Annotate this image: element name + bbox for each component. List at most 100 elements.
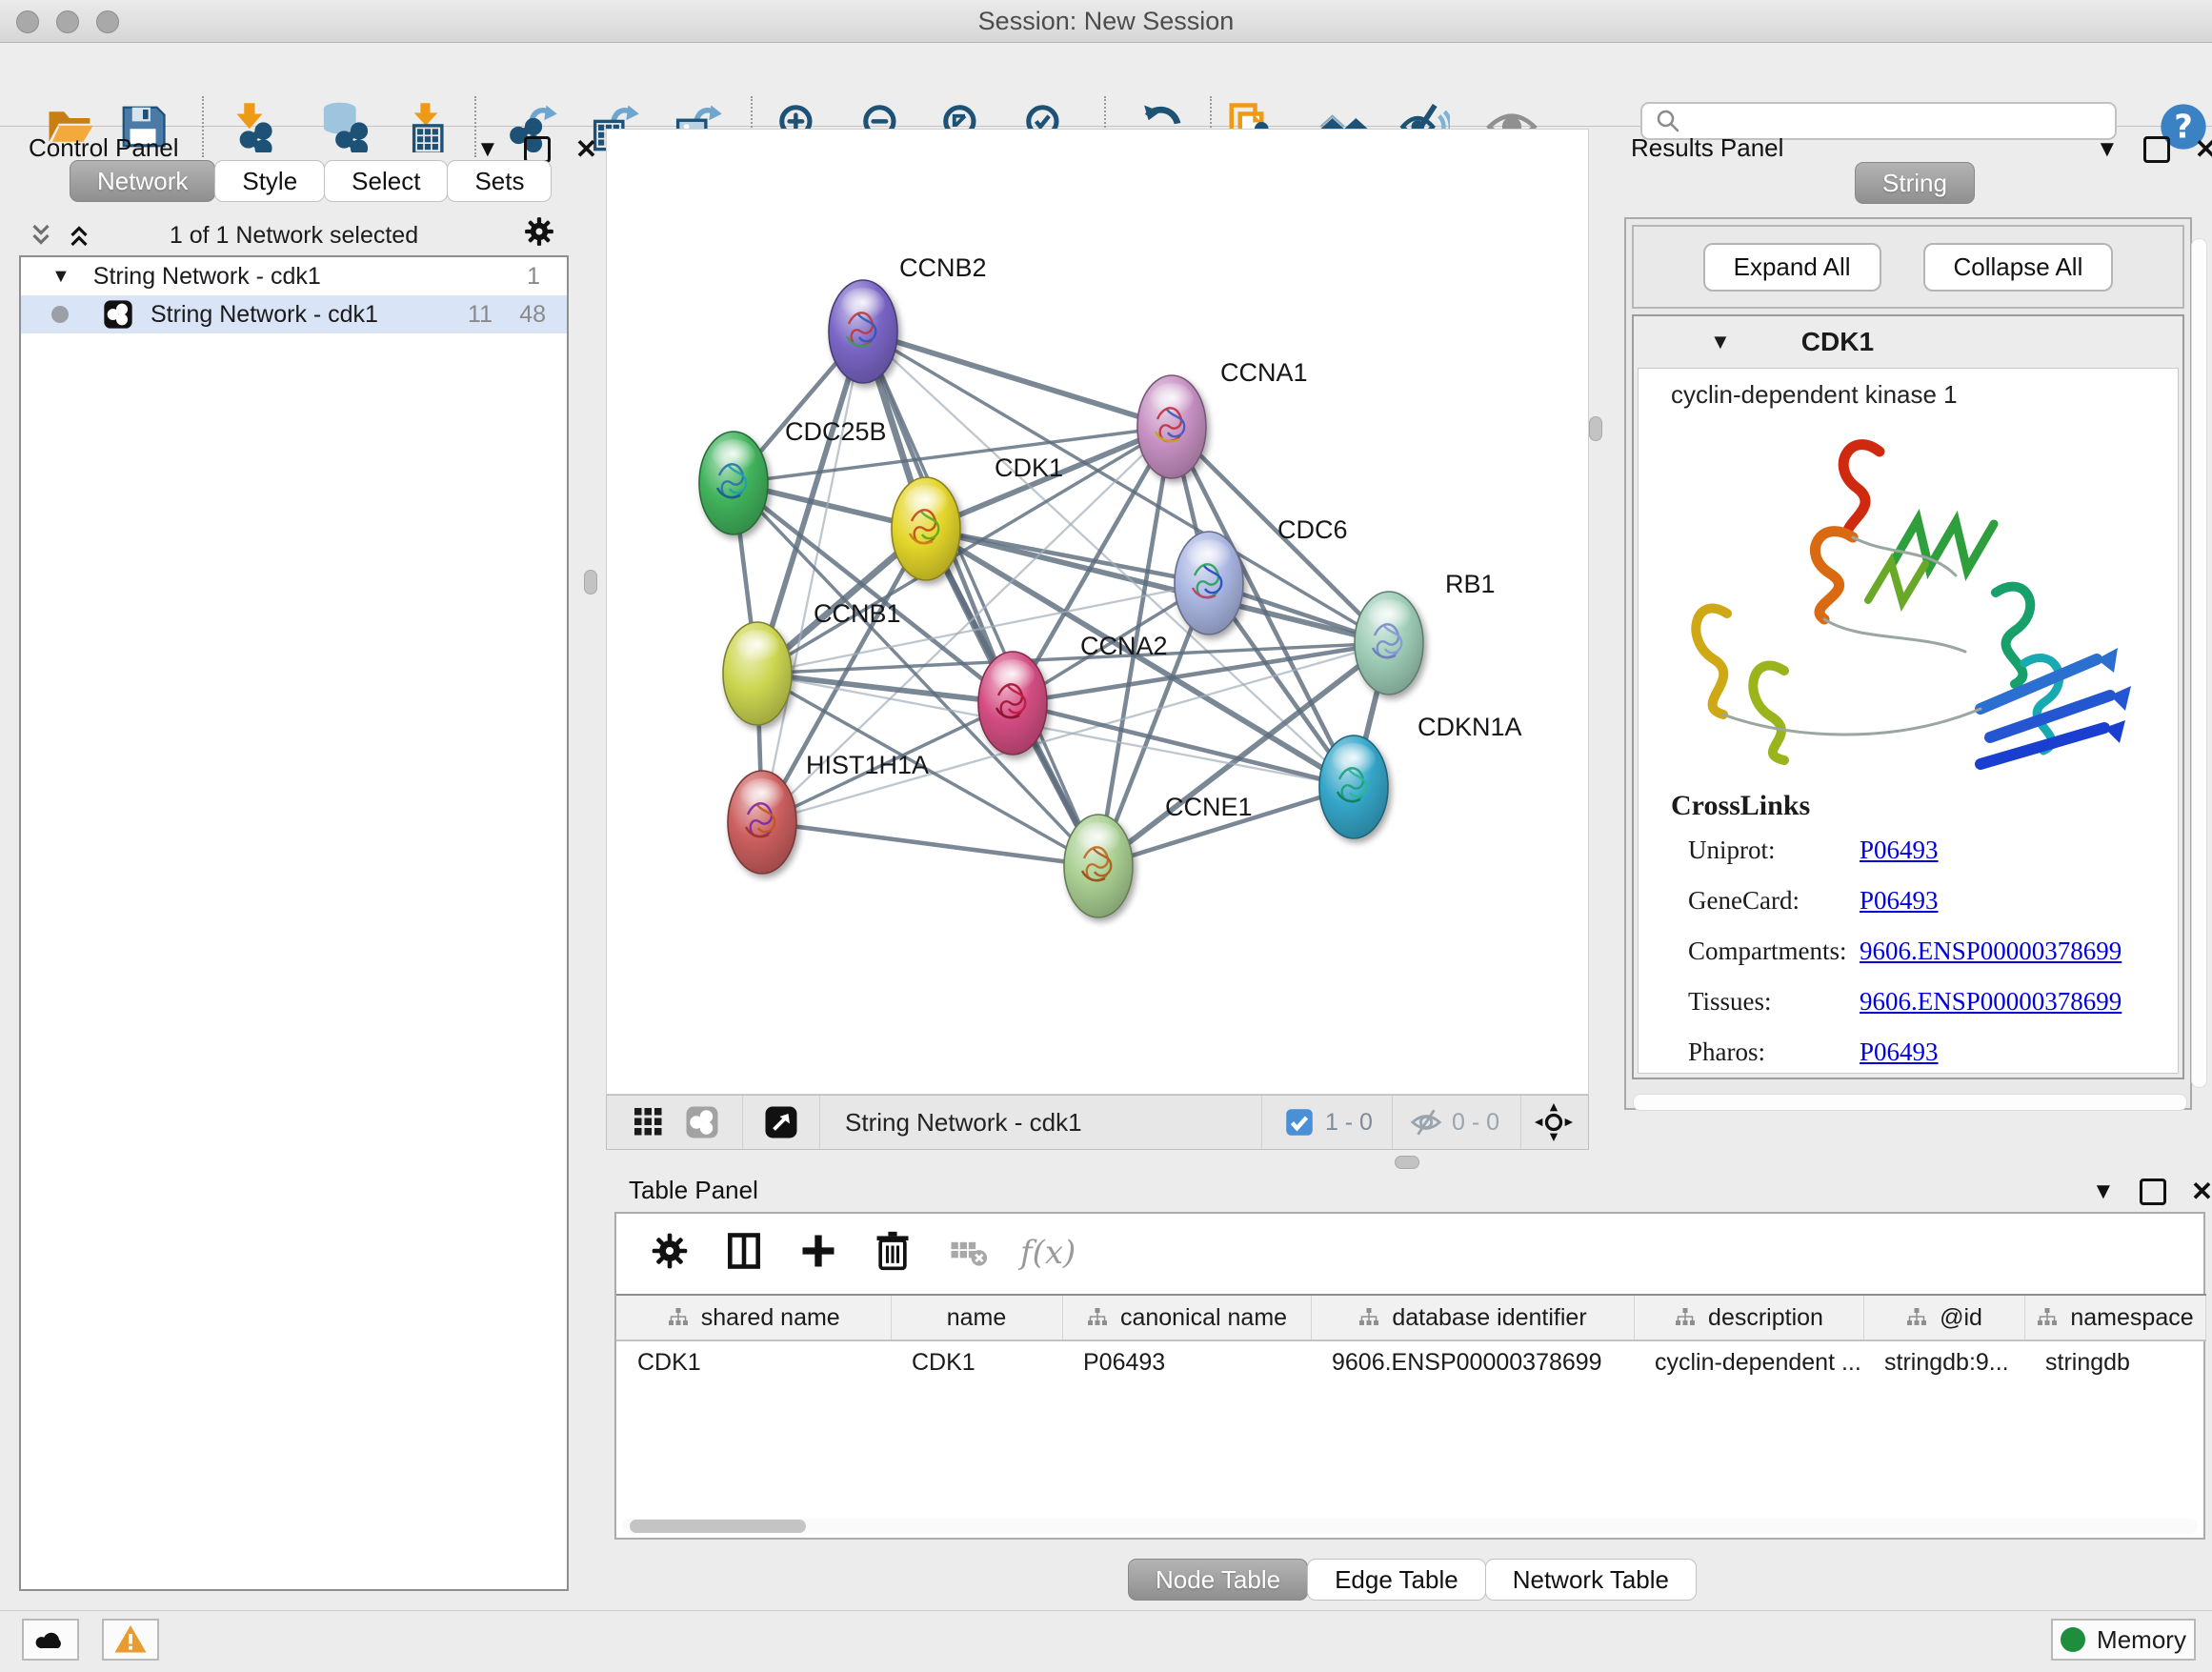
tab-string[interactable]: String: [1855, 162, 1975, 204]
grid-view-icon[interactable]: [632, 1105, 666, 1139]
network-edge[interactable]: [762, 822, 1098, 866]
import-network-from-database-icon[interactable]: [315, 100, 369, 153]
table-cell[interactable]: CDK1: [891, 1340, 1062, 1383]
crosslink-link[interactable]: P06493: [1860, 886, 1939, 916]
tab-node-table[interactable]: Node Table: [1128, 1559, 1308, 1601]
table-row[interactable]: CDK1CDK1P064939606.ENSP00000378699cyclin…: [616, 1340, 2205, 1383]
column-tree-icon: [1086, 1306, 1109, 1329]
network-node-CCNA2[interactable]: [978, 652, 1047, 755]
table-cell[interactable]: cyclin-dependent ...: [1634, 1340, 1863, 1383]
tab-network-table[interactable]: Network Table: [1485, 1559, 1697, 1601]
bottom-splitter-grip[interactable]: [1395, 1156, 1419, 1169]
tab-select[interactable]: Select: [324, 160, 448, 202]
crosslink-link[interactable]: 9606.ENSP00000378699: [1860, 937, 2122, 966]
tab-network[interactable]: Network: [70, 160, 215, 202]
network-node-CCNE1[interactable]: [1064, 815, 1133, 917]
tab-style[interactable]: Style: [214, 160, 325, 202]
search-input[interactable]: [1692, 107, 2115, 135]
column-header-name[interactable]: name: [891, 1295, 1062, 1340]
gene-details: cyclin-dependent kinase 1: [1638, 368, 2179, 1074]
network-view-title: String Network - cdk1: [845, 1108, 1082, 1138]
column-tree-icon: [1674, 1306, 1697, 1329]
import-table-icon[interactable]: [399, 100, 452, 153]
control-panel-tabs: NetworkStyleSelectSets: [70, 160, 552, 202]
warnings-button[interactable]: [102, 1619, 159, 1661]
network-options-gear-icon[interactable]: [523, 215, 555, 252]
table-options-gear-icon[interactable]: [649, 1230, 691, 1277]
gene-section-collapse-icon[interactable]: ▼: [1710, 330, 1731, 354]
table-panel-tabs: Node TableEdge TableNetwork Table: [1129, 1559, 1697, 1601]
table-panel-collapse-icon[interactable]: ▼: [2092, 1178, 2115, 1205]
network-node-CDC6[interactable]: [1175, 532, 1243, 635]
results-horizontal-scrollbar[interactable]: [1633, 1094, 2187, 1111]
right-splitter-grip[interactable]: [1589, 416, 1602, 441]
table-scrollbar-thumb[interactable]: [630, 1520, 806, 1533]
network-overview-icon[interactable]: [685, 1105, 719, 1139]
column-header-shared-name[interactable]: shared name: [616, 1295, 891, 1340]
table-panel-float-icon[interactable]: [2140, 1178, 2166, 1205]
memory-button[interactable]: Memory: [2051, 1619, 2196, 1661]
cloud-status-button[interactable]: [22, 1619, 79, 1661]
crosslink-link[interactable]: P06493: [1860, 1037, 1939, 1067]
control-panel-float-icon[interactable]: [524, 136, 551, 163]
birdseye-view-icon[interactable]: [764, 1105, 798, 1139]
network-edge[interactable]: [762, 332, 863, 822]
results-vertical-scrollbar[interactable]: [2191, 238, 2207, 1088]
import-network-icon[interactable]: [224, 100, 277, 153]
column-header-canonical-name[interactable]: canonical name: [1062, 1295, 1311, 1340]
network-type-icon: [103, 299, 133, 330]
results-panel-close-icon[interactable]: ✕: [2195, 133, 2212, 165]
left-splitter-grip[interactable]: [584, 570, 597, 594]
column-header-database-identifier[interactable]: database identifier: [1311, 1295, 1634, 1340]
collection-expand-icon[interactable]: ▼: [51, 266, 70, 288]
collapse-all-button[interactable]: Collapse All: [1923, 243, 2114, 292]
column-tree-icon: [667, 1306, 690, 1329]
node-table[interactable]: shared namenamecanonical namedatabase id…: [616, 1294, 2206, 1383]
network-node-CDC25B[interactable]: [699, 432, 768, 534]
results-panel-collapse-icon[interactable]: ▼: [2096, 136, 2119, 163]
tab-edge-table[interactable]: Edge Table: [1307, 1559, 1486, 1601]
control-panel-collapse-icon[interactable]: ▼: [476, 136, 499, 163]
network-node-HIST1H1A[interactable]: [728, 771, 796, 874]
search-icon: [1654, 107, 1682, 135]
window-title: Session: New Session: [0, 0, 2212, 42]
network-node-RB1[interactable]: [1355, 592, 1423, 695]
column-header-id[interactable]: @id: [1863, 1295, 2024, 1340]
network-node-CDKN1A[interactable]: [1319, 735, 1388, 838]
results-panel-float-icon[interactable]: [2143, 136, 2170, 163]
network-collection-row[interactable]: ▼ String Network - cdk1 1: [21, 257, 567, 295]
add-column-icon[interactable]: [797, 1230, 839, 1277]
network-node-CCNA1[interactable]: [1137, 375, 1206, 478]
table-cell[interactable]: stringdb: [2024, 1340, 2205, 1383]
delete-column-icon[interactable]: [872, 1230, 914, 1277]
column-header-namespace[interactable]: namespace: [2024, 1295, 2205, 1340]
network-row-selected[interactable]: String Network - cdk1 11 48: [21, 295, 567, 333]
table-cell[interactable]: P06493: [1062, 1340, 1311, 1383]
network-node-CCNB2[interactable]: [829, 280, 897, 383]
network-edge[interactable]: [863, 332, 1172, 427]
fit-selection-crosshair-icon[interactable]: [1535, 1103, 1573, 1141]
network-node-CCNB1[interactable]: [723, 622, 792, 725]
column-header-description[interactable]: description: [1634, 1295, 1863, 1340]
control-panel-close-icon[interactable]: ✕: [575, 133, 597, 165]
hidden-eye-icon[interactable]: [1410, 1106, 1442, 1138]
table-horizontal-scrollbar[interactable]: [622, 1519, 2198, 1534]
node-label-CDC6: CDC6: [1277, 515, 1348, 544]
crosslink-label: Uniprot:: [1671, 836, 1860, 865]
table-cell[interactable]: stringdb:9...: [1863, 1340, 2024, 1383]
results-button-row: Expand All Collapse All: [1632, 225, 2184, 309]
table-cell[interactable]: CDK1: [616, 1340, 891, 1383]
network-graph[interactable]: CCNB2 CCNA1 CDC25B CDK1: [607, 130, 1588, 1094]
selected-checkbox-icon[interactable]: [1285, 1108, 1314, 1137]
tab-sets[interactable]: Sets: [447, 160, 552, 202]
table-panel-close-icon[interactable]: ✕: [2191, 1176, 2212, 1207]
crosslink-link[interactable]: 9606.ENSP00000378699: [1860, 987, 2122, 1017]
crosslink-link[interactable]: P06493: [1860, 836, 1939, 865]
expand-all-button[interactable]: Expand All: [1703, 243, 1881, 292]
hidden-counts: 0 - 0: [1452, 1109, 1499, 1137]
network-canvas[interactable]: CCNB2 CCNA1 CDC25B CDK1: [606, 129, 1589, 1095]
network-node-CDK1[interactable]: [892, 477, 960, 580]
crosslink-label: GeneCard:: [1671, 886, 1860, 916]
table-cell[interactable]: 9606.ENSP00000378699: [1311, 1340, 1634, 1383]
show-columns-icon[interactable]: [723, 1230, 765, 1277]
